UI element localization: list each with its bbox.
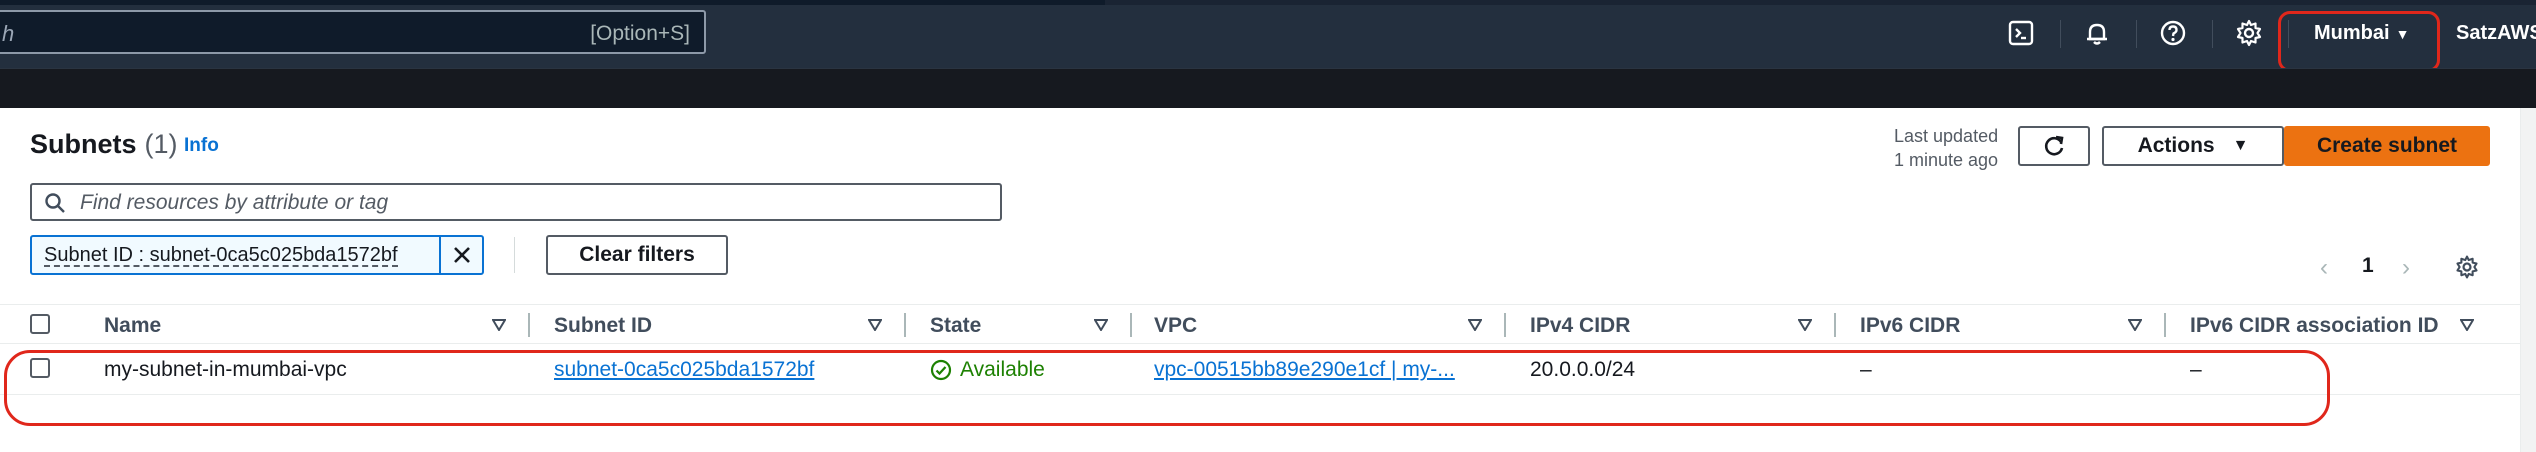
clear-filters-label: Clear filters <box>579 243 695 266</box>
panel-edge <box>2520 108 2536 452</box>
previous-page-icon[interactable]: ‹ <box>2320 254 2328 282</box>
sort-caret-icon[interactable] <box>868 319 882 331</box>
last-updated: Last updated 1 minute ago <box>1894 124 1998 172</box>
sort-caret-icon[interactable] <box>1798 319 1812 331</box>
token-divider <box>439 237 441 273</box>
column-separator[interactable] <box>1130 313 1132 337</box>
refresh-icon <box>2044 135 2064 156</box>
filter-placeholder: Find resources by attribute or tag <box>80 191 389 214</box>
actions-button[interactable]: Actions ▼ <box>2102 126 2284 166</box>
column-header-ipv6-cidr[interactable]: IPv6 CIDR <box>1860 314 1960 338</box>
cloudshell-icon[interactable] <box>2006 18 2036 48</box>
sort-caret-icon[interactable] <box>2460 319 2474 331</box>
region-annotation-circle <box>2278 11 2440 72</box>
sort-caret-icon[interactable] <box>1094 319 1108 331</box>
select-all-checkbox[interactable] <box>30 314 50 334</box>
column-header-ipv4-cidr[interactable]: IPv4 CIDR <box>1530 314 1630 338</box>
page-number[interactable]: 1 <box>2362 254 2374 278</box>
filter-token[interactable]: Subnet ID : subnet-0ca5c025bda1572bf <box>30 235 484 275</box>
actions-label: Actions <box>2137 134 2215 157</box>
last-updated-label: Last updated <box>1894 126 1999 146</box>
top-navigation: h [Option+S] Mumbai ▼ SatzAWS <box>0 0 2536 72</box>
nav-separator <box>2060 20 2061 48</box>
column-header-vpc[interactable]: VPC <box>1154 314 1197 338</box>
gear-icon[interactable] <box>2234 18 2264 48</box>
help-icon[interactable] <box>2158 18 2188 48</box>
caret-down-icon: ▼ <box>2232 137 2249 154</box>
table-settings-icon[interactable] <box>2454 254 2480 280</box>
column-separator[interactable] <box>1834 313 1836 337</box>
create-subnet-button[interactable]: Create subnet <box>2284 126 2490 166</box>
search-placeholder: h <box>2 21 15 46</box>
info-link[interactable]: Info <box>184 135 219 157</box>
clear-filters-button[interactable]: Clear filters <box>546 235 728 275</box>
nav-separator <box>2212 20 2213 48</box>
filter-token-label: Subnet ID : subnet-0ca5c025bda1572bf <box>44 244 398 267</box>
nav-separator <box>2136 20 2137 48</box>
resource-count: (1) <box>144 129 178 159</box>
bell-icon[interactable] <box>2082 18 2112 48</box>
row-annotation-circle <box>4 350 2330 426</box>
column-separator[interactable] <box>1504 313 1506 337</box>
sort-caret-icon[interactable] <box>492 319 506 331</box>
column-header-name[interactable]: Name <box>104 314 161 338</box>
filter-search-input[interactable]: Find resources by attribute or tag <box>30 183 1002 221</box>
create-subnet-label: Create subnet <box>2316 134 2458 157</box>
table-header: Name Subnet ID State VPC IPv4 CIDR IPv6 … <box>0 304 2520 344</box>
column-separator[interactable] <box>528 313 530 337</box>
search-shortcut-hint: [Option+S] <box>590 22 690 45</box>
global-search-input[interactable]: h [Option+S] <box>0 10 706 54</box>
column-header-ipv6-association-id[interactable]: IPv6 CIDR association ID <box>2190 314 2439 338</box>
column-header-subnet-id[interactable]: Subnet ID <box>554 314 652 338</box>
top-strip <box>0 0 2536 5</box>
secondary-bar <box>0 68 2536 108</box>
search-icon <box>45 193 65 213</box>
title-text: Subnets <box>30 129 137 159</box>
account-menu[interactable]: SatzAWS <box>2456 22 2536 45</box>
next-page-icon[interactable]: › <box>2402 254 2410 282</box>
sort-caret-icon[interactable] <box>1468 319 1482 331</box>
sort-caret-icon[interactable] <box>2128 319 2142 331</box>
column-separator[interactable] <box>2164 313 2166 337</box>
column-separator[interactable] <box>904 313 906 337</box>
column-header-state[interactable]: State <box>930 314 981 338</box>
last-updated-time: 1 minute ago <box>1894 150 1999 170</box>
page-title: Subnets (1) <box>30 129 178 160</box>
refresh-button[interactable] <box>2018 126 2090 166</box>
filter-separator <box>514 237 515 273</box>
close-icon[interactable] <box>450 243 474 267</box>
